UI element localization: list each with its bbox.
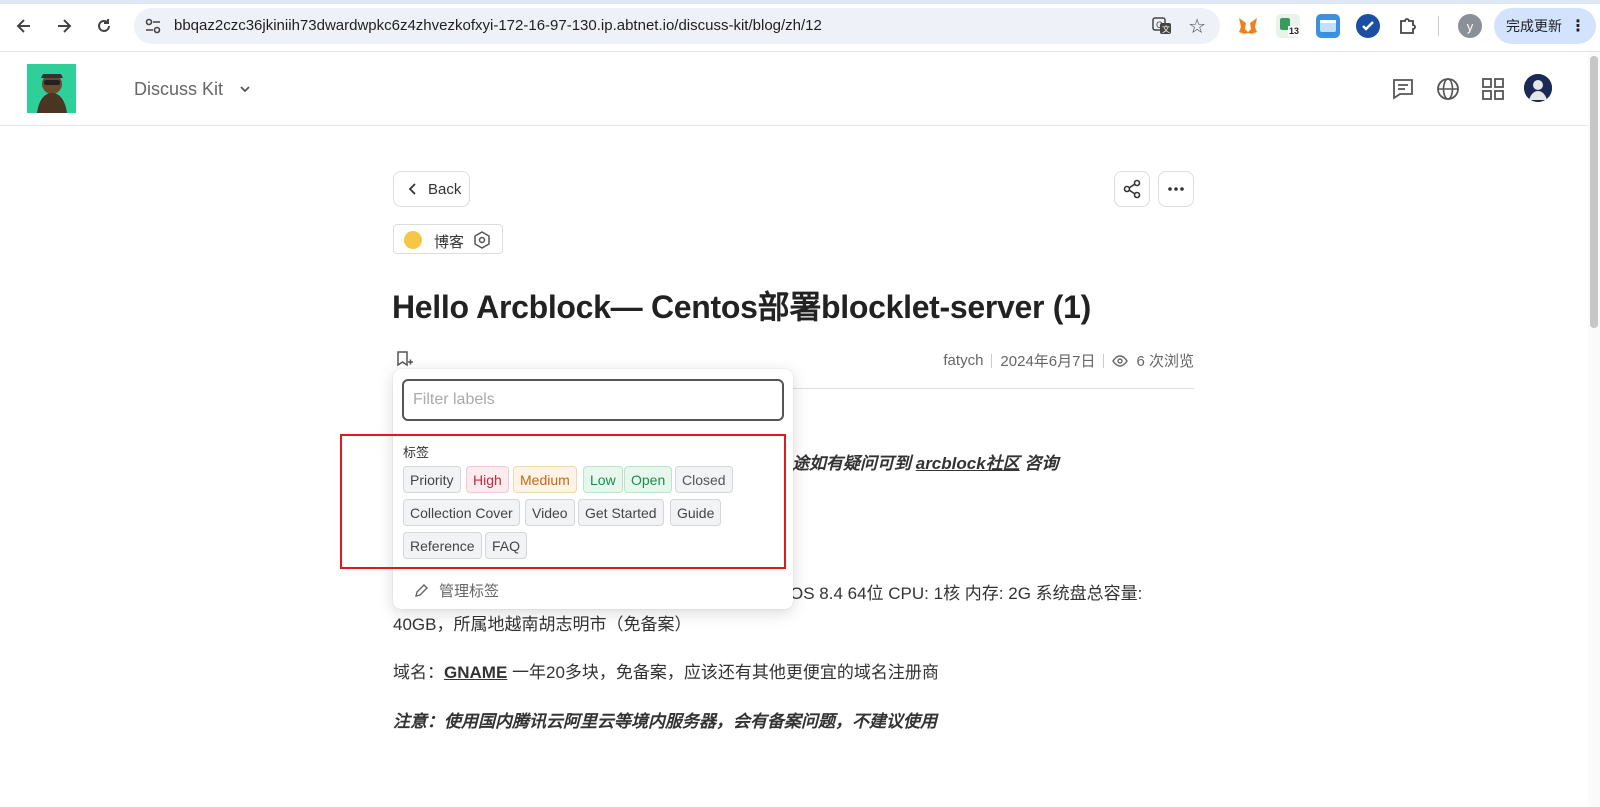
back-arrow-icon[interactable]: [12, 14, 36, 38]
share-icon: [1123, 179, 1141, 199]
user-avatar[interactable]: [1524, 74, 1552, 102]
add-label-icon[interactable]: [394, 349, 414, 369]
site-settings-icon[interactable]: [144, 17, 162, 35]
apps-grid-icon[interactable]: [1480, 76, 1506, 102]
app-header: Discuss Kit: [0, 52, 1600, 126]
url-text: bbqaz2czc36jkiniih73dwardwpkc6z4zhvezkof…: [174, 17, 822, 34]
post-date: 2024年6月7日: [1000, 353, 1096, 370]
gname-link[interactable]: GNAME: [444, 663, 507, 682]
site-logo[interactable]: [27, 64, 76, 113]
address-bar[interactable]: bbqaz2czc36jkiniih73dwardwpkc6z4zhvezkof…: [134, 8, 1220, 44]
brand-name[interactable]: Discuss Kit: [134, 79, 223, 100]
menu-kebab-icon[interactable]: ⋮: [1570, 16, 1586, 36]
chevron-down-icon[interactable]: [238, 82, 252, 96]
body-line-1-suffix: 咨询: [1019, 454, 1059, 473]
more-options-button[interactable]: [1158, 171, 1194, 207]
body-line-1: 途如有疑问可到 arcblock社区 咨询: [792, 449, 1058, 474]
tab-strip-edge: [0, 0, 1600, 4]
check-extension-icon[interactable]: [1356, 14, 1380, 38]
back-button[interactable]: Back: [393, 171, 470, 207]
profile-avatar[interactable]: y: [1458, 14, 1482, 38]
domain-line: 域名：GNAME 一年20多块，免备案，应该还有其他更便宜的域名注册商: [393, 658, 939, 683]
category-label: 博客: [434, 234, 465, 251]
meta-divider: [1103, 353, 1105, 368]
share-button[interactable]: [1114, 171, 1150, 207]
domain-label: 域名：: [393, 663, 444, 682]
window-extension-icon[interactable]: [1316, 14, 1340, 38]
hexagon-icon: [474, 231, 490, 249]
pencil-icon: [415, 583, 428, 597]
extension-badge-icon[interactable]: 13: [1276, 14, 1301, 38]
browser-toolbar: bbqaz2czc36jkiniih73dwardwpkc6z4zhvezkof…: [0, 0, 1600, 52]
manage-labels-label: 管理标签: [439, 583, 500, 600]
post-meta: fatych 2024年6月7日 6 次浏览: [930, 350, 1194, 371]
highlight-annotation-box: [340, 434, 786, 569]
meta-divider: [991, 353, 993, 368]
reload-icon[interactable]: [92, 14, 116, 38]
scrollbar-thumb[interactable]: [1590, 56, 1598, 328]
message-icon[interactable]: [1390, 76, 1416, 102]
translate-icon[interactable]: G文: [1152, 16, 1172, 36]
eye-icon: [1112, 354, 1129, 367]
domain-description: 一年20多块，免备案，应该还有其他更便宜的域名注册商: [507, 663, 939, 682]
note-line: 注意：使用国内腾讯云阿里云等境内服务器，会有备案问题，不建议使用: [393, 712, 937, 731]
chevron-left-icon: [408, 183, 416, 195]
manage-labels-button[interactable]: 管理标签: [413, 580, 499, 601]
forward-arrow-icon[interactable]: [52, 14, 76, 38]
body-line-2: OS 8.4 64位 CPU: 1核 内存: 2G 系统盘总容量:: [790, 584, 1143, 603]
globe-icon[interactable]: [1435, 76, 1461, 102]
svg-text:文: 文: [1162, 24, 1170, 34]
community-link[interactable]: arcblock社区: [916, 454, 1020, 473]
back-label: Back: [428, 180, 462, 198]
metamask-extension-icon[interactable]: [1236, 14, 1260, 38]
update-button[interactable]: 完成更新 ⋮: [1494, 8, 1596, 44]
view-count: 6 次浏览: [1136, 353, 1194, 370]
author-name[interactable]: fatych: [943, 352, 983, 369]
post-title: Hello Arcblock— Centos部署blocklet-server …: [392, 289, 1091, 325]
update-label: 完成更新: [1506, 18, 1562, 34]
toolbar-divider: [1438, 16, 1439, 36]
category-emoji-icon: [404, 231, 422, 249]
category-chip[interactable]: 博客: [393, 224, 503, 254]
puzzle-extensions-icon[interactable]: [1396, 14, 1420, 38]
extension-badge-count: 13: [1288, 26, 1301, 36]
ellipsis-icon: [1168, 187, 1184, 191]
body-line-1-prefix: 途如有疑问可到: [792, 454, 916, 473]
bookmark-star-icon[interactable]: ☆: [1188, 14, 1206, 39]
body-line-3: 40GB，所属地越南胡志明市（免备案）: [393, 615, 692, 634]
filter-labels-input[interactable]: [402, 379, 784, 421]
